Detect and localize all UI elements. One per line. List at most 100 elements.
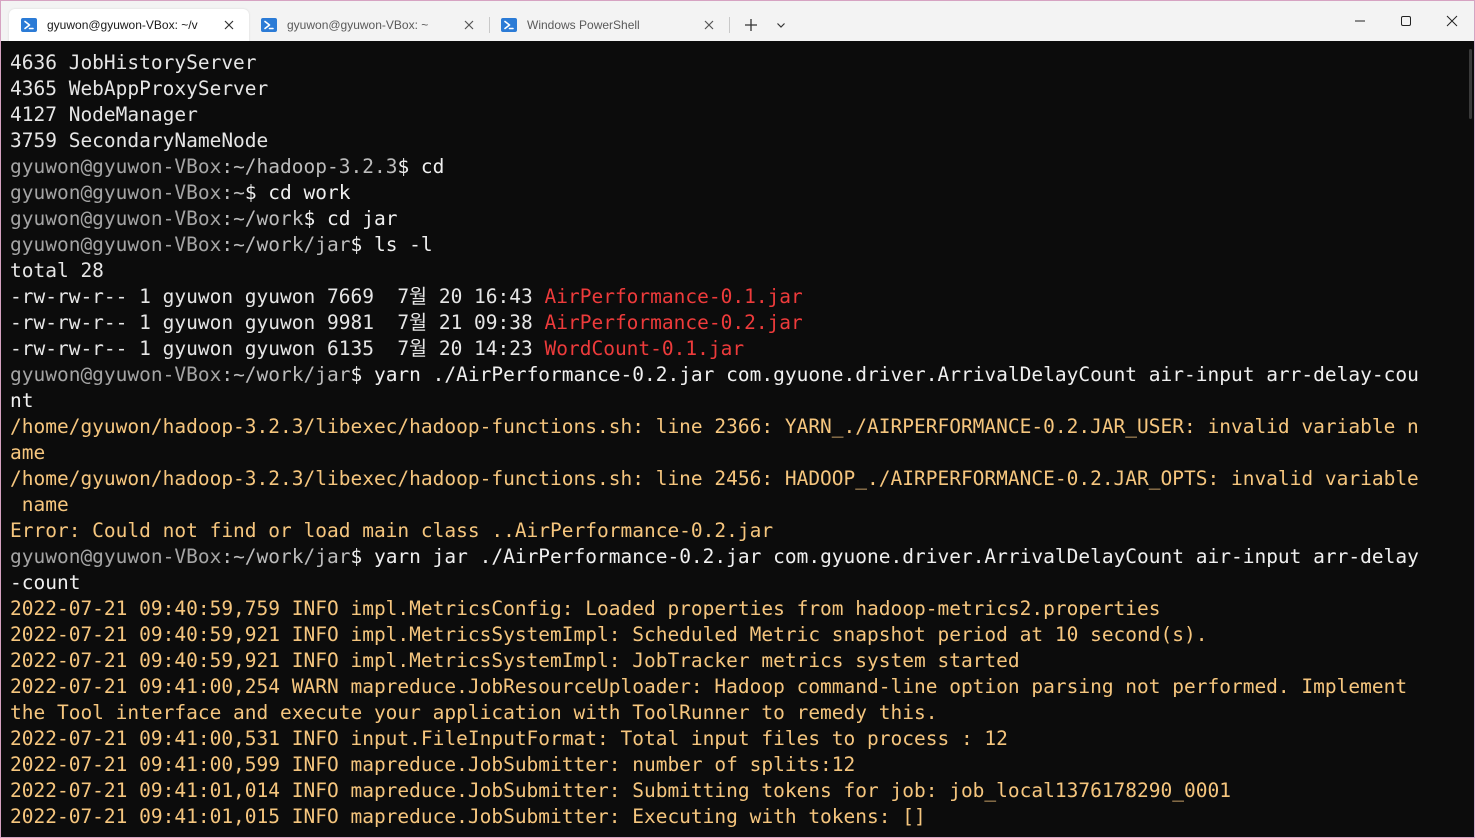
close-tab-icon[interactable] [701, 17, 717, 33]
terminal-text: $ ls -l [350, 233, 433, 256]
chevron-down-icon [777, 23, 785, 28]
terminal-line: -count [10, 570, 1474, 596]
tab-dropdown-button[interactable] [769, 13, 793, 37]
terminal-text: total 28 [10, 259, 104, 282]
terminal-text: gyuwon@gyuwon-VBox [10, 155, 222, 178]
terminal-text: gyuwon@gyuwon-VBox [10, 363, 222, 386]
new-tab-button[interactable] [739, 13, 763, 37]
terminal-line: -rw-rw-r-- 1 gyuwon gyuwon 6135 7월 20 14… [10, 336, 1474, 362]
terminal-line: 2022-07-21 09:40:59,921 INFO impl.Metric… [10, 622, 1474, 648]
maximize-icon [1401, 16, 1411, 26]
terminal-line: 2022-07-21 09:40:59,759 INFO impl.Metric… [10, 596, 1474, 622]
terminal-line: 4365 WebAppProxyServer [10, 76, 1474, 102]
terminal-text: WordCount-0.1.jar [544, 337, 745, 360]
close-window-button[interactable] [1429, 1, 1474, 41]
terminal-text: 3759 SecondaryNameNode [10, 129, 269, 152]
tab-terminal-1[interactable]: gyuwon@gyuwon-VBox: ~/v [9, 9, 249, 41]
terminal-output[interactable]: 4636 JobHistoryServer 4365 WebAppProxySer… [1, 41, 1474, 837]
tab-label: gyuwon@gyuwon-VBox: ~/v [47, 18, 198, 32]
terminal-text: $ cd [397, 155, 445, 178]
terminal-line: 2022-07-21 09:40:59,921 INFO impl.Metric… [10, 648, 1474, 674]
terminal-text: :~/work/jar [221, 545, 351, 568]
terminal-text: name [10, 493, 69, 516]
terminal-text: $ cd jar [303, 207, 398, 230]
terminal-line: 2022-07-21 09:41:00,531 INFO input.FileI… [10, 726, 1474, 752]
terminal-text: gyuwon@gyuwon-VBox [10, 233, 222, 256]
terminal-line: 2022-07-21 09:41:01,015 INFO mapreduce.J… [10, 804, 1474, 830]
tab-divider [729, 17, 730, 33]
powershell-icon [261, 18, 277, 32]
terminal-line: ame [10, 440, 1474, 466]
tab-label: gyuwon@gyuwon-VBox: ~ [287, 18, 429, 32]
close-tab-icon[interactable] [461, 17, 477, 33]
terminal-text: 2022-07-21 09:41:00,254 WARN mapreduce.J… [10, 675, 1408, 698]
tab-terminal-2[interactable]: gyuwon@gyuwon-VBox: ~ [249, 9, 489, 41]
terminal-text: $ yarn jar ./AirPerformance-0.2.jar com.… [350, 545, 1419, 568]
terminal-line: the Tool interface and execute your appl… [10, 700, 1474, 726]
terminal-line: 3759 SecondaryNameNode [10, 128, 1474, 154]
tab-powershell[interactable]: Windows PowerShell [489, 9, 729, 41]
terminal-text: gyuwon@gyuwon-VBox [10, 181, 222, 204]
terminal-text: nt [10, 389, 34, 412]
terminal-text: :~/work [221, 207, 304, 230]
terminal-line: gyuwon@gyuwon-VBox:~/work/jar$ yarn jar … [10, 544, 1474, 570]
terminal-text: 4636 JobHistoryServer [10, 51, 257, 74]
terminal-line: -rw-rw-r-- 1 gyuwon gyuwon 9981 7월 21 09… [10, 310, 1474, 336]
terminal-text: Error: Could not find or load main class… [10, 519, 774, 542]
terminal-text: /home/gyuwon/hadoop-3.2.3/libexec/hadoop… [10, 415, 1419, 438]
terminal-text: 2022-07-21 09:40:59,921 INFO impl.Metric… [10, 649, 1020, 672]
terminal-text: the Tool interface and execute your appl… [10, 701, 938, 724]
terminal-line: 4636 JobHistoryServer [10, 50, 1474, 76]
terminal-line: /home/gyuwon/hadoop-3.2.3/libexec/hadoop… [10, 466, 1474, 492]
terminal-window: gyuwon@gyuwon-VBox: ~/v gyuwon@gyuwon-VB… [0, 0, 1475, 838]
terminal-line: 2022-07-21 09:41:01,014 INFO mapreduce.J… [10, 778, 1474, 804]
terminal-text: 4365 WebAppProxyServer [10, 77, 269, 100]
close-tab-icon[interactable] [221, 17, 237, 33]
terminal-text: gyuwon@gyuwon-VBox [10, 545, 222, 568]
terminal-text: :~/work/jar [221, 363, 351, 386]
terminal-text: 2022-07-21 09:41:00,599 INFO mapreduce.J… [10, 753, 856, 776]
minimize-button[interactable] [1337, 1, 1383, 41]
terminal-text: -count [10, 571, 81, 594]
terminal-line: -rw-rw-r-- 1 gyuwon gyuwon 7669 7월 20 16… [10, 284, 1474, 310]
title-bar: gyuwon@gyuwon-VBox: ~/v gyuwon@gyuwon-VB… [1, 1, 1474, 41]
minimize-icon [1355, 20, 1365, 22]
terminal-text: :~ [221, 181, 245, 204]
terminal-line: nt [10, 388, 1474, 414]
terminal-text: -rw-rw-r-- 1 gyuwon gyuwon 7669 7월 20 16… [10, 285, 545, 308]
scrollbar[interactable] [1469, 49, 1472, 119]
terminal-text: $ cd work [244, 181, 351, 204]
powershell-icon [21, 18, 37, 32]
plus-icon [745, 19, 757, 31]
maximize-button[interactable] [1383, 1, 1429, 41]
terminal-line: Error: Could not find or load main class… [10, 518, 1474, 544]
terminal-line: /home/gyuwon/hadoop-3.2.3/libexec/hadoop… [10, 414, 1474, 440]
terminal-line: 4127 NodeManager [10, 102, 1474, 128]
terminal-line: name [10, 492, 1474, 518]
terminal-line: gyuwon@gyuwon-VBox:~/work/jar$ ls -l [10, 232, 1474, 258]
terminal-line: 2022-07-21 09:41:00,254 WARN mapreduce.J… [10, 674, 1474, 700]
terminal-text: -rw-rw-r-- 1 gyuwon gyuwon 6135 7월 20 14… [10, 337, 545, 360]
terminal-text: 2022-07-21 09:41:01,014 INFO mapreduce.J… [10, 779, 1231, 802]
terminal-text: -rw-rw-r-- 1 gyuwon gyuwon 9981 7월 21 09… [10, 311, 545, 334]
terminal-text: AirPerformance-0.2.jar [544, 311, 803, 334]
terminal-line: gyuwon@gyuwon-VBox:~/work/jar$ yarn ./Ai… [10, 362, 1474, 388]
powershell-icon [501, 18, 517, 32]
terminal-text: 4127 NodeManager [10, 103, 198, 126]
terminal-text: :~/work/jar [221, 233, 351, 256]
terminal-text: 2022-07-21 09:40:59,759 INFO impl.Metric… [10, 597, 1161, 620]
terminal-text: /home/gyuwon/hadoop-3.2.3/libexec/hadoop… [10, 467, 1419, 490]
terminal-text: $ yarn ./AirPerformance-0.2.jar com.gyuo… [350, 363, 1419, 386]
tab-label: Windows PowerShell [527, 18, 640, 32]
terminal-text: AirPerformance-0.1.jar [544, 285, 803, 308]
terminal-line: total 28 [10, 258, 1474, 284]
terminal-text: gyuwon@gyuwon-VBox [10, 207, 222, 230]
terminal-text: 2022-07-21 09:40:59,921 INFO impl.Metric… [10, 623, 1208, 646]
terminal-text: :~/hadoop-3.2.3 [221, 155, 398, 178]
terminal-line: gyuwon@gyuwon-VBox:~/work$ cd jar [10, 206, 1474, 232]
terminal-text: ame [10, 441, 46, 464]
terminal-text: 2022-07-21 09:41:01,015 INFO mapreduce.J… [10, 805, 926, 828]
terminal-line: gyuwon@gyuwon-VBox:~/hadoop-3.2.3$ cd [10, 154, 1474, 180]
close-icon [1446, 15, 1458, 27]
terminal-line: gyuwon@gyuwon-VBox:~$ cd work [10, 180, 1474, 206]
